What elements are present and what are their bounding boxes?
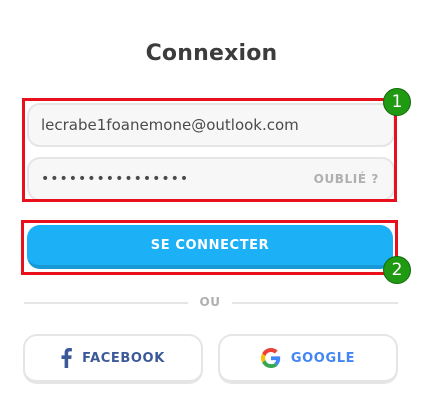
login-page: Connexion OUBLIÉ ? SE CONNECTER OU FACEB… [0,0,423,408]
divider-line-right [232,302,398,304]
divider-line-left [24,302,188,304]
page-title: Connexion [145,41,278,66]
google-login-button[interactable]: GOOGLE [218,334,398,384]
annotation-badge-2: 2 [383,256,411,284]
facebook-label: FACEBOOK [82,350,165,366]
divider-label: OU [199,295,221,309]
facebook-login-button[interactable]: FACEBOOK [23,334,203,384]
annotation-box-credentials [22,98,397,202]
google-icon [260,348,281,368]
annotation-box-login [21,220,398,275]
google-label: GOOGLE [290,350,356,366]
facebook-icon [61,348,73,368]
annotation-badge-1: 1 [383,88,411,116]
